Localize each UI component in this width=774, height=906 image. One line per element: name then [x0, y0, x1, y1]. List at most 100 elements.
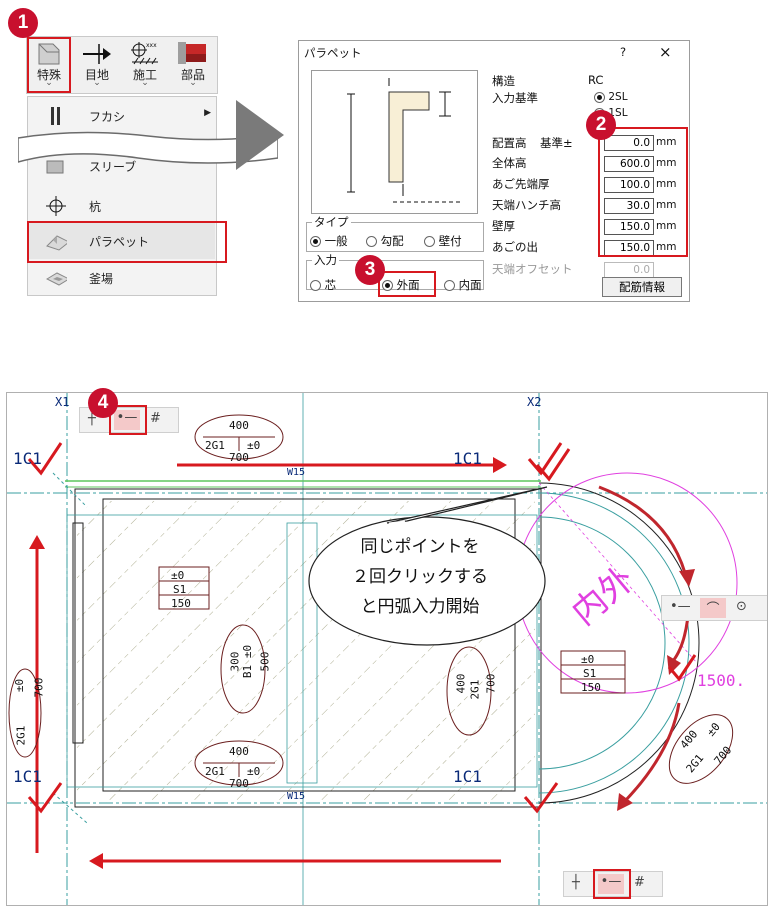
slab-tag: ±0	[581, 653, 595, 666]
step-1-badge: 1	[8, 8, 38, 38]
beam-tag-left: 2G1	[14, 725, 28, 746]
type-option-kobai[interactable]: 勾配	[366, 233, 404, 249]
step-2-badge: 2	[586, 110, 616, 140]
menu-item-kamaba[interactable]: 釜場	[27, 260, 215, 296]
wall-label: W15	[287, 791, 306, 802]
pit-icon	[45, 272, 67, 286]
highlight-gaimen	[378, 271, 436, 297]
type-option-ippan[interactable]: 一般	[310, 233, 348, 249]
kozo-label: 構造	[492, 74, 515, 88]
slab-tag: 150	[581, 681, 601, 694]
kijun-label: 入力基準	[492, 91, 538, 105]
menu-item-kui[interactable]: 杭	[27, 188, 215, 224]
beam-tag-right: 700	[484, 673, 498, 694]
callout-line: と円弧入力開始	[360, 597, 480, 617]
chevron-down-icon: ⌄	[93, 78, 101, 88]
callout-line: 同じポイントを	[360, 537, 480, 557]
beam-tag-bottom: ±0	[247, 765, 261, 778]
joint-arrow-icon	[83, 44, 111, 64]
column-label: 1C1	[453, 449, 482, 468]
menu-item-label: 杭	[89, 200, 102, 214]
radio-icon	[366, 236, 377, 247]
step-4-badge: 4	[88, 388, 118, 418]
beam-tag-left: ±0	[13, 678, 27, 693]
highlight-tokushu	[27, 37, 71, 93]
type-option-label: 壁付	[438, 234, 462, 248]
next-step-arrow-icon	[236, 100, 284, 170]
rebar-info-button[interactable]: 配筋情報	[602, 277, 682, 297]
chevron-down-icon: ⌄	[189, 78, 197, 88]
snap-point-icon[interactable]: •—	[670, 599, 691, 614]
tenba-offset-field: 0.0	[604, 262, 654, 278]
slab-tag: S1	[173, 583, 187, 596]
construction-icon: xxx	[131, 42, 158, 65]
crosshair-icon	[46, 196, 66, 216]
input-option-naimen[interactable]: 内面	[444, 277, 482, 293]
slab-tag: 150	[171, 597, 191, 610]
beam-tag-bottom: 2G1	[205, 765, 225, 778]
help-button[interactable]: ?	[620, 45, 626, 59]
highlight-parapet	[27, 221, 227, 263]
cad-drawing	[7, 393, 767, 905]
beam-tag-right: 400	[454, 673, 468, 694]
highlight-fields	[598, 127, 688, 257]
beam-tag-top: 400	[229, 419, 249, 432]
beam-tag-b1: B1	[241, 664, 255, 679]
type-option-label: 一般	[324, 234, 348, 248]
field-label-ago-sentan: あご先端厚	[492, 177, 550, 191]
snap-point-icon[interactable]: ┼	[572, 875, 580, 890]
kozo-value: RC	[588, 73, 604, 87]
menu-item-label: 釜場	[89, 272, 114, 286]
radio-icon	[424, 236, 435, 247]
arc-toolbar: •— ⌒ ⊙	[661, 595, 767, 621]
screenshot-root: { "toolbar": { "buttons": [ {"label": "特…	[0, 0, 774, 906]
type-group-label: タイプ	[312, 214, 351, 230]
radio-icon	[310, 280, 321, 291]
fukashi-icon	[51, 107, 60, 125]
beam-tag-left: 700	[32, 677, 46, 698]
svg-text:xxx: xxx	[146, 42, 157, 49]
radio-icon	[310, 236, 321, 247]
radio-icon	[444, 280, 455, 291]
target-icon[interactable]: ⊙	[736, 599, 747, 614]
highlight-snap-bottom	[593, 869, 631, 899]
seko-button[interactable]: xxx 施工 ⌄	[124, 38, 166, 90]
field-label-zentaidaka: 全体高	[492, 156, 527, 170]
input-option-shin[interactable]: 芯	[310, 277, 336, 293]
arc-mode-icon[interactable]: ⌒	[700, 598, 726, 618]
beam-tag-top: 2G1	[205, 439, 225, 452]
close-icon[interactable]: ×	[659, 43, 672, 61]
wall-label: W15	[287, 467, 306, 478]
grid-icon[interactable]: #	[150, 411, 161, 426]
input-option-label: 芯	[324, 278, 337, 292]
tenba-offset-label: 天端オフセット	[492, 262, 573, 276]
mejiri-button[interactable]: 目地 ⌄	[76, 38, 118, 90]
callout-text: 同じポイントを ２回クリックする と円弧入力開始	[300, 532, 540, 622]
beam-tag-bottom: 700	[229, 777, 249, 790]
slab-tag: S1	[583, 667, 597, 680]
column-label: 1C1	[13, 449, 42, 468]
parts-icon	[178, 42, 206, 64]
beam-tag-b1: 300	[228, 651, 242, 672]
chevron-down-icon: ⌄	[141, 78, 149, 88]
beam-tag-b1: 500	[258, 651, 272, 672]
submenu-arrow-icon: ▶	[204, 108, 211, 118]
beam-tag-top: 700	[229, 451, 249, 464]
field-label-kabeatsu: 壁厚	[492, 219, 515, 233]
step-3-badge: 3	[355, 255, 385, 285]
callout-line: ２回クリックする	[352, 567, 488, 587]
kijun-option-2sl[interactable]: 2SL	[594, 91, 628, 103]
parapet-section-drawing	[347, 78, 461, 203]
rebar-info-label: 配筋情報	[619, 280, 665, 294]
beam-tag-bottom: 400	[229, 745, 249, 758]
slab-tag: ±0	[171, 569, 185, 582]
field-label-haunch: 天端ハンチ高	[492, 198, 561, 212]
type-option-label: 勾配	[380, 234, 404, 248]
type-option-kabetsuke[interactable]: 壁付	[424, 233, 462, 249]
beam-tag-top: ±0	[247, 439, 261, 452]
buhin-button[interactable]: 部品 ⌄	[172, 38, 214, 90]
grid-label-x1: X1	[55, 395, 70, 409]
grid-icon[interactable]: #	[634, 875, 645, 890]
dialog-title: パラペット	[304, 46, 362, 60]
haichi-sub-label: 基準±	[540, 136, 573, 150]
